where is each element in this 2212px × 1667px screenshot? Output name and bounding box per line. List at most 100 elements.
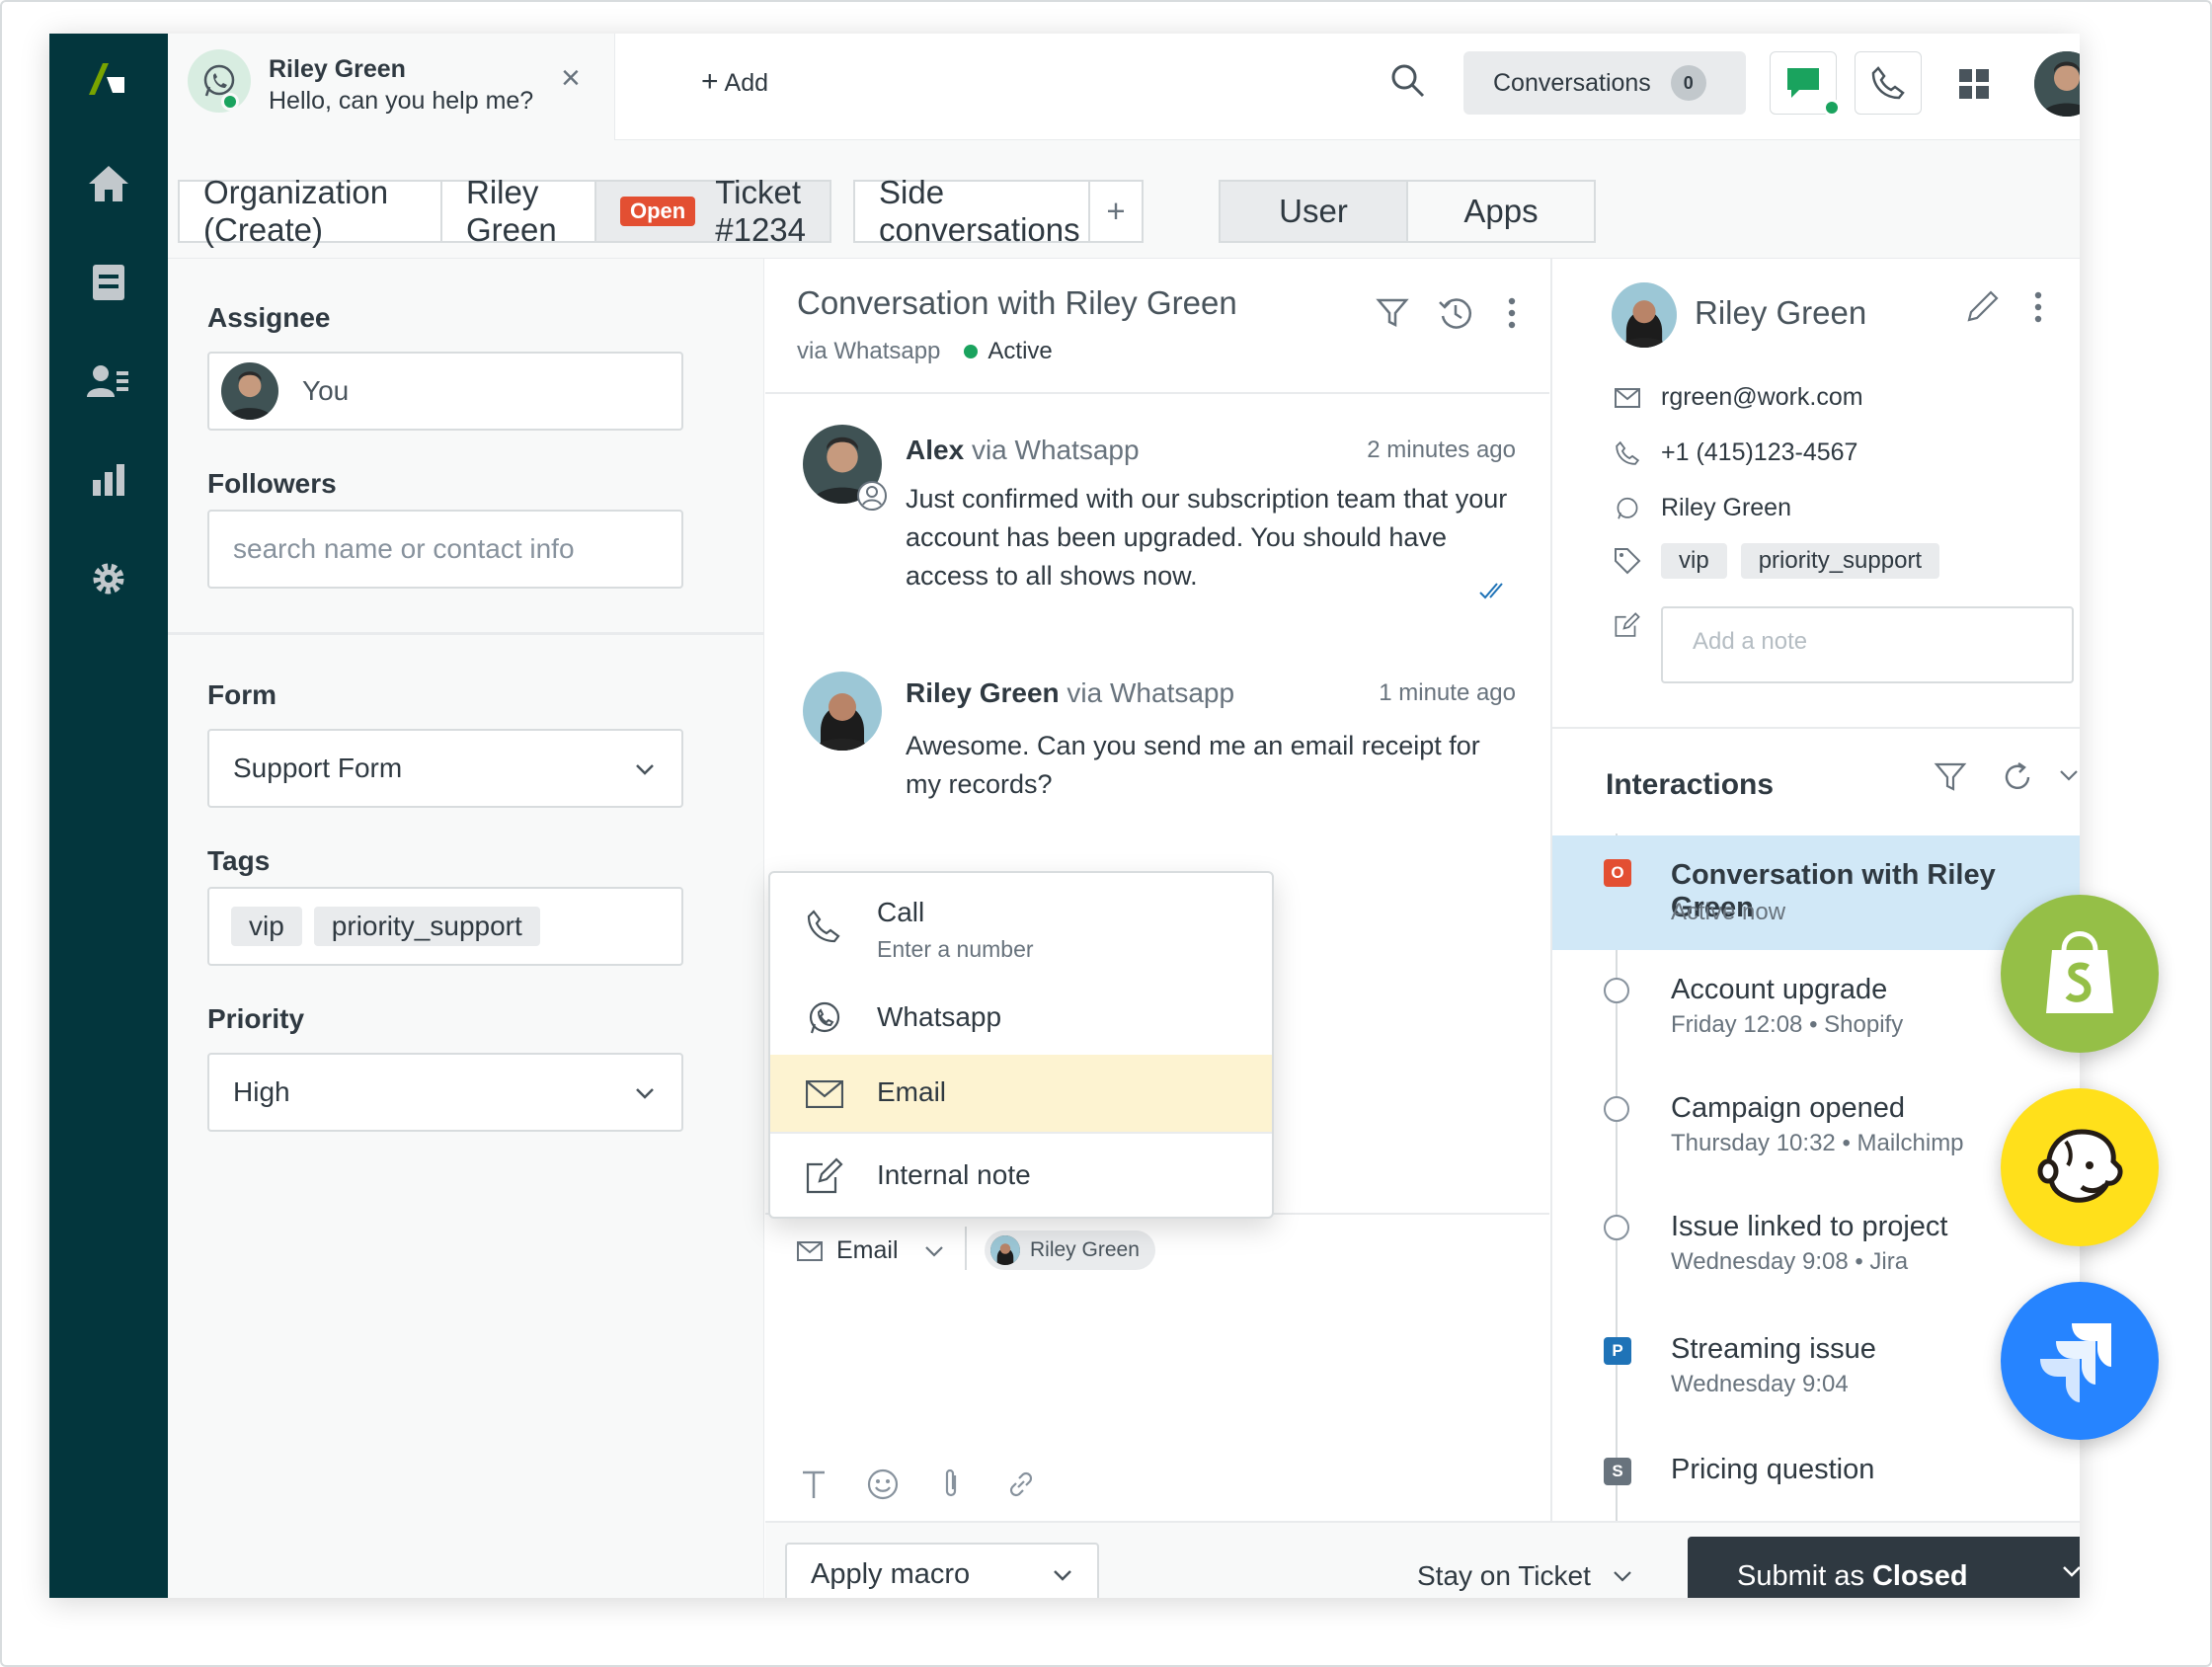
add-tab-button[interactable]: + Add: [701, 65, 768, 99]
close-icon[interactable]: ×: [561, 61, 581, 95]
recipient-chip[interactable]: Riley Green: [985, 1230, 1155, 1270]
add-note-input[interactable]: Add a note: [1661, 606, 2074, 683]
menu-item-internal-note[interactable]: Internal note: [770, 1134, 1272, 1217]
link-icon[interactable]: [1004, 1468, 1038, 1501]
emoji-icon[interactable]: [866, 1468, 900, 1501]
pricing-marker: S: [1604, 1458, 1631, 1485]
more-icon[interactable]: [2032, 290, 2044, 324]
message-author: Riley Green via Whatsapp: [906, 677, 1234, 709]
chat-online-dot: [1823, 99, 1841, 117]
reporting-icon[interactable]: [83, 454, 134, 506]
apply-macro-select[interactable]: Apply macro: [785, 1543, 1099, 1598]
add-side-conversation-button[interactable]: +: [1088, 180, 1144, 243]
composer-toolbar: [797, 1468, 1038, 1501]
side-conversations-tab[interactable]: Side conversations: [853, 174, 1090, 248]
followers-label: Followers: [207, 468, 337, 499]
menu-item-label: Whatsapp: [877, 1001, 1002, 1032]
composer-channel-select[interactable]: Email: [797, 1236, 944, 1265]
timeline-node: [1604, 978, 1629, 1003]
attachment-icon[interactable]: [935, 1468, 969, 1501]
views-icon[interactable]: [83, 257, 134, 308]
recipient-name: Riley Green: [1030, 1238, 1140, 1261]
edit-icon[interactable]: [1965, 288, 2001, 324]
avatar: [990, 1235, 1020, 1265]
interaction-item[interactable]: S Pricing question: [1552, 1434, 2080, 1513]
user-panel: Riley Green rgreen@work.com +1 (415)123-…: [1550, 259, 2080, 1521]
channel-menu: Call Enter a number Whatsapp Email Inter…: [768, 871, 1274, 1219]
submit-status: Closed: [1871, 1559, 1968, 1592]
chat-tab-name: Riley Green: [269, 55, 406, 83]
interaction-name: Account upgrade: [1671, 974, 1888, 1005]
interaction-sub: Active now: [1671, 899, 1786, 925]
avatar: [803, 672, 882, 751]
home-icon[interactable]: [83, 158, 134, 209]
followers-placeholder: search name or contact info: [233, 533, 575, 564]
chevron-down-icon[interactable]: [2061, 1564, 2080, 1580]
conversation-via: via Whatsapp: [797, 338, 941, 364]
tag-icon: [1608, 547, 1647, 575]
phone-icon[interactable]: [1855, 51, 1922, 115]
tags-field[interactable]: vip priority_support: [207, 887, 683, 966]
interaction-item[interactable]: Issue linked to project Wednesday 9:08 •…: [1552, 1191, 2080, 1306]
filter-icon[interactable]: [1376, 296, 1409, 330]
settings-icon[interactable]: [83, 553, 134, 604]
search-icon[interactable]: [1388, 61, 1428, 106]
conversation-marker: O: [1604, 859, 1631, 887]
message-time: 1 minute ago: [1379, 679, 1516, 706]
chevron-down-icon: [636, 1088, 654, 1099]
interaction-name: Campaign opened: [1671, 1092, 1906, 1124]
chat-tab[interactable]: Riley Green Hello, can you help me? ×: [168, 34, 615, 140]
menu-item-label: Call: [877, 897, 925, 927]
conversation-subtitle: via Whatsapp Active: [797, 338, 1053, 365]
timeline-node: [1604, 1215, 1629, 1240]
user-email-row: rgreen@work.com: [1608, 383, 1863, 412]
apps-grid-icon[interactable]: [1957, 67, 1991, 106]
divider: [965, 1227, 967, 1270]
filter-icon[interactable]: [1934, 760, 1967, 794]
tag-pill[interactable]: priority_support: [313, 907, 540, 946]
stay-on-ticket-select[interactable]: Stay on Ticket: [1417, 1560, 1632, 1592]
shopify-icon[interactable]: [2001, 895, 2159, 1053]
ticket-tab[interactable]: Open Ticket #1234: [594, 174, 831, 248]
requester-tab[interactable]: Riley Green: [440, 174, 596, 248]
user-email[interactable]: rgreen@work.com: [1661, 383, 1863, 412]
apps-tab[interactable]: Apps: [1406, 180, 1596, 243]
customers-icon[interactable]: [83, 356, 134, 407]
message-author: Alex via Whatsapp: [906, 435, 1140, 466]
avatar: [221, 362, 278, 420]
form-select[interactable]: Support Form: [207, 729, 683, 808]
conversations-button[interactable]: Conversations 0: [1463, 51, 1746, 115]
followers-input[interactable]: search name or contact info: [207, 510, 683, 589]
ticket-tab-bar: Organization (Create) Riley Green Open T…: [168, 140, 2080, 259]
refresh-icon[interactable]: [2001, 760, 2034, 794]
ticket-properties: Assignee You Followers search name or co…: [168, 259, 764, 1598]
user-phone[interactable]: +1 (415)123-4567: [1661, 438, 1857, 467]
history-icon[interactable]: [1437, 294, 1474, 332]
menu-item-whatsapp[interactable]: Whatsapp: [770, 982, 1272, 1055]
jira-icon[interactable]: [2001, 1282, 2159, 1440]
user-tab[interactable]: User: [1219, 180, 1408, 243]
menu-item-email[interactable]: Email: [770, 1055, 1272, 1132]
agent-avatar[interactable]: [2034, 51, 2080, 117]
menu-item-label: Internal note: [877, 1159, 1031, 1190]
chevron-down-icon[interactable]: [2058, 768, 2080, 784]
chevron-down-icon: [1614, 1571, 1631, 1582]
mailchimp-icon[interactable]: [2001, 1088, 2159, 1246]
submit-button[interactable]: Submit as Closed: [1688, 1537, 2080, 1598]
interaction-item[interactable]: O Conversation with Riley Green Active n…: [1552, 835, 2080, 950]
menu-item-call[interactable]: Call Enter a number: [770, 873, 1272, 982]
zendesk-logo-icon[interactable]: [83, 53, 134, 105]
tag-pill[interactable]: priority_support: [1740, 543, 1940, 579]
tag-pill[interactable]: vip: [1661, 543, 1727, 579]
more-icon[interactable]: [1506, 296, 1518, 330]
menu-item-sublabel: Enter a number: [877, 936, 1034, 962]
tag-pill[interactable]: vip: [231, 907, 302, 946]
assignee-field[interactable]: You: [207, 352, 683, 431]
conversations-label: Conversations: [1493, 68, 1651, 97]
priority-label: Priority: [207, 1003, 305, 1034]
text-format-icon[interactable]: [797, 1468, 830, 1501]
priority-select[interactable]: High: [207, 1053, 683, 1132]
mail-icon: [797, 1240, 823, 1261]
check-icon: [1479, 583, 1503, 599]
organization-tab[interactable]: Organization (Create): [178, 174, 442, 248]
